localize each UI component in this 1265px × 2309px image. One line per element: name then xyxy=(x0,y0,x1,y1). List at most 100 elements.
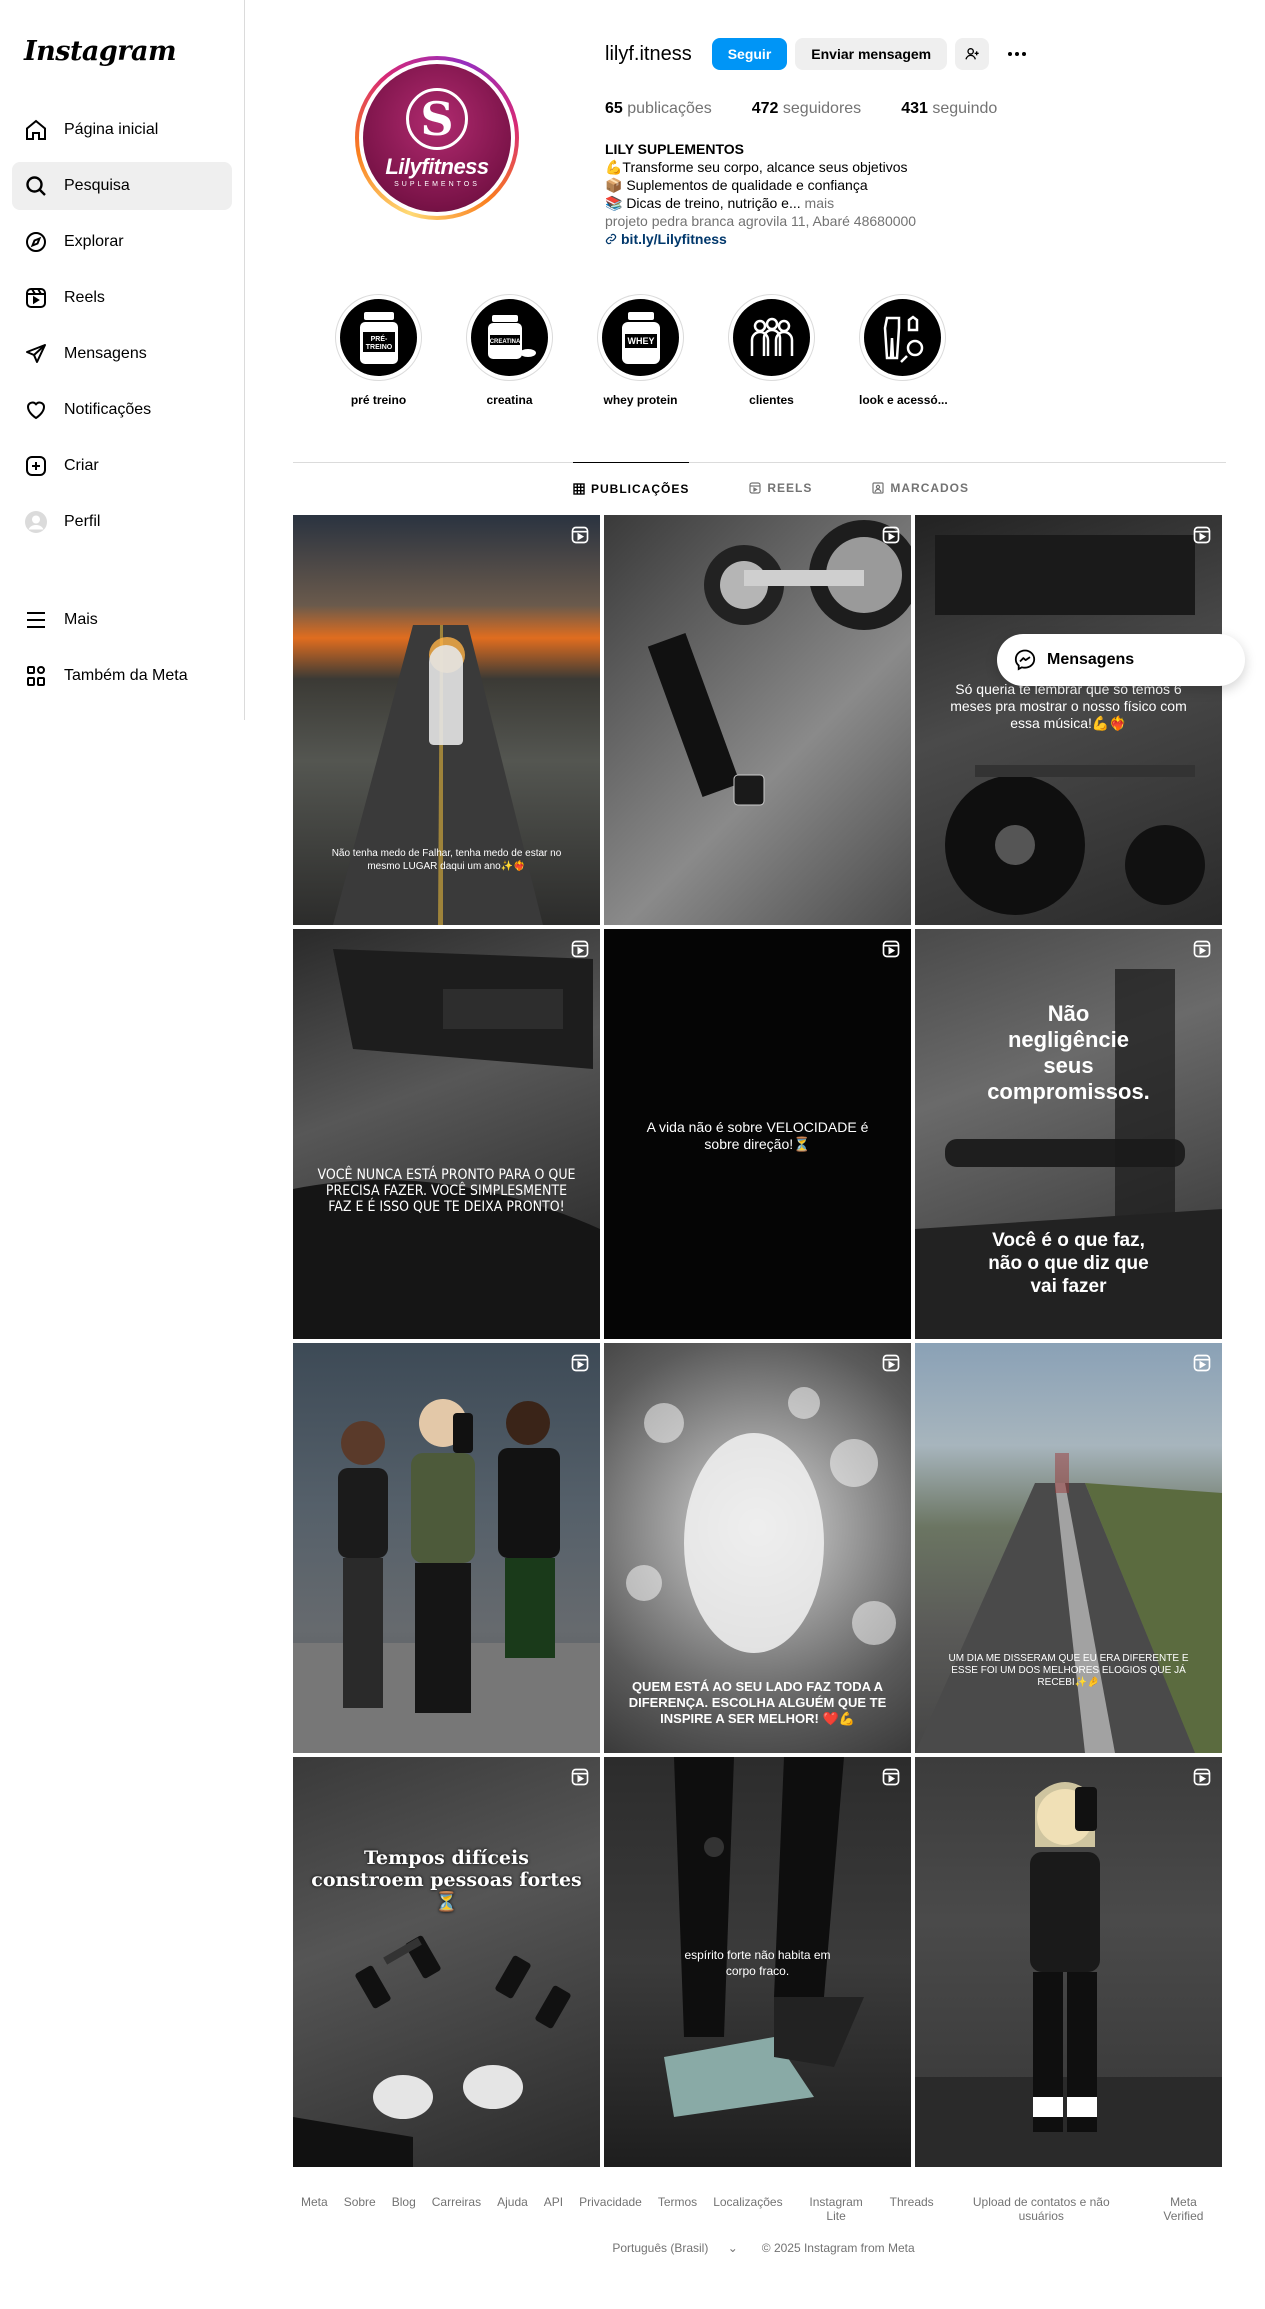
bio-line: 📚 Dicas de treino, nutrição e... mais xyxy=(605,195,835,211)
more-options-button[interactable] xyxy=(1001,38,1033,70)
post-tile[interactable]: UM DIA ME DISSERAM QUE EU ERA DIFERENTE … xyxy=(915,1343,1222,1753)
footer-bottom: Português (Brasil) ⌄ © 2025 Instagram fr… xyxy=(293,2241,1226,2255)
highlight-look-acessorios[interactable]: look e acessó... xyxy=(859,294,948,407)
reels-icon xyxy=(882,940,900,958)
footer-link[interactable]: Instagram Lite xyxy=(799,2195,874,2223)
reels-icon xyxy=(882,1768,900,1786)
bio-address[interactable]: projeto pedra branca agrovila 11, Abaré … xyxy=(605,212,1005,230)
post-tile[interactable]: VOCÊ NUNCA ESTÁ PRONTO PARA O QUE PRECIS… xyxy=(293,929,600,1339)
sidebar-item-more[interactable]: Mais xyxy=(12,596,232,644)
tab-tagged[interactable]: MARCADOS xyxy=(872,462,969,514)
post-tile[interactable]: QUEM ESTÁ AO SEU LADO FAZ TODA A DIFEREN… xyxy=(604,1343,911,1753)
tab-posts[interactable]: PUBLICAÇÕES xyxy=(573,462,690,514)
post-tile[interactable] xyxy=(915,1757,1222,2167)
footer-link[interactable]: Sobre xyxy=(344,2195,376,2223)
post-tile[interactable] xyxy=(293,1343,600,1753)
plus-square-icon xyxy=(24,454,48,478)
sidebar: Instagram Página inicial Pesquisa Explor… xyxy=(0,0,245,720)
highlight-pre-treino[interactable]: PRÉ- TREINO pré treino xyxy=(335,294,422,407)
sidebar-item-label: Perfil xyxy=(64,513,101,530)
post-tile[interactable]: Não negligêncie seus compromissos. Você … xyxy=(915,929,1222,1339)
svg-text:PRÉ-: PRÉ- xyxy=(370,334,387,343)
avatar-brand: Lilyfitness xyxy=(385,154,489,179)
reels-icon xyxy=(1193,940,1211,958)
chevron-down-icon: ⌄ xyxy=(727,2241,738,2255)
post-tile[interactable] xyxy=(604,515,911,925)
instagram-logo[interactable]: Instagram xyxy=(24,36,177,67)
highlight-label: pré treino xyxy=(350,393,407,407)
footer-link[interactable]: Meta Verified xyxy=(1149,2195,1218,2223)
sidebar-item-home[interactable]: Página inicial xyxy=(12,106,232,154)
post-tile[interactable]: espírito forte não habita em corpo fraco… xyxy=(604,1757,911,2167)
svg-text:CREATINA: CREATINA xyxy=(489,339,520,345)
bio-link[interactable]: bit.ly/Lilyfitness xyxy=(605,230,1005,248)
profile-bio: LILY SUPLEMENTOS 💪Transforme seu corpo, … xyxy=(605,140,1005,248)
sidebar-bottom: Mais Também da Meta xyxy=(12,596,232,708)
sidebar-item-label: Notificações xyxy=(64,401,152,418)
sidebar-item-create[interactable]: Criar xyxy=(12,442,232,490)
suggested-users-button[interactable] xyxy=(955,38,990,70)
footer-link[interactable]: Threads xyxy=(890,2195,934,2223)
sidebar-item-label: Também da Meta xyxy=(64,667,188,684)
bio-name: LILY SUPLEMENTOS xyxy=(605,141,744,157)
more-dots-icon xyxy=(1008,52,1027,56)
tab-reels[interactable]: REELS xyxy=(749,462,812,514)
footer-link[interactable]: Privacidade xyxy=(579,2195,642,2223)
highlight-creatina[interactable]: CREATINA creatina xyxy=(466,294,553,407)
footer-link[interactable]: Termos xyxy=(658,2195,697,2223)
sidebar-item-explore[interactable]: Explorar xyxy=(12,218,232,266)
footer-link[interactable]: Upload de contatos e não usuários xyxy=(950,2195,1133,2223)
footer-link[interactable]: Localizações xyxy=(713,2195,782,2223)
reels-icon xyxy=(1193,1768,1211,1786)
treadmill-graphic xyxy=(293,949,600,1339)
post-tile[interactable]: Só queria te lembrar que só temos 6 mese… xyxy=(915,515,1222,925)
reels-icon xyxy=(1193,526,1211,544)
messages-floating-button[interactable]: Mensagens xyxy=(997,634,1245,686)
heart-icon xyxy=(24,398,48,422)
footer-link[interactable]: API xyxy=(544,2195,563,2223)
supplement-jar-icon: CREATINA xyxy=(487,314,536,359)
people-group-icon xyxy=(750,317,793,356)
followers-stat[interactable]: 472 seguidores xyxy=(752,100,861,118)
highlight-clientes[interactable]: clientes xyxy=(728,294,815,407)
following-stat[interactable]: 431 seguindo xyxy=(901,100,997,118)
footer-link[interactable]: Blog xyxy=(392,2195,416,2223)
post-tile[interactable]: A vida não é sobre VELOCIDADE é sobre di… xyxy=(604,929,911,1339)
sidebar-item-label: Reels xyxy=(64,289,105,306)
story-highlights: PRÉ- TREINO pré treino CREATINA creatina … xyxy=(335,294,990,407)
highlight-label: whey protein xyxy=(603,393,678,407)
bio-more-link[interactable]: mais xyxy=(805,195,835,211)
reels-icon xyxy=(571,1354,589,1372)
footer-link[interactable]: Meta xyxy=(301,2195,328,2223)
sidebar-item-profile[interactable]: Perfil xyxy=(12,498,232,546)
reels-icon xyxy=(571,526,589,544)
post-caption: espírito forte não habita em corpo fraco… xyxy=(684,1948,831,1978)
footer: Meta Sobre Blog Carreiras Ajuda API Priv… xyxy=(293,2195,1226,2255)
profile-avatar-ring[interactable]: S Lilyfitness SUPLEMENTOS xyxy=(355,56,519,220)
sidebar-item-notifications[interactable]: Notificações xyxy=(12,386,232,434)
footer-link[interactable]: Carreiras xyxy=(432,2195,481,2223)
sidebar-item-search[interactable]: Pesquisa xyxy=(12,162,232,210)
sidebar-item-label: Pesquisa xyxy=(64,177,130,194)
sidebar-item-also-from-meta[interactable]: Também da Meta xyxy=(12,652,232,700)
follow-button[interactable]: Seguir xyxy=(711,38,788,70)
reels-icon xyxy=(571,1768,589,1786)
language-selector[interactable]: Português (Brasil) ⌄ xyxy=(604,2241,745,2255)
grid-icon xyxy=(573,482,585,495)
reels-icon xyxy=(749,482,761,494)
sidebar-item-messages[interactable]: Mensagens xyxy=(12,330,232,378)
highlight-whey-protein[interactable]: WHEY whey protein xyxy=(597,294,684,407)
send-message-button[interactable]: Enviar mensagem xyxy=(795,38,948,70)
post-caption: Você é o que faz, não o que diz que vai … xyxy=(988,1230,1149,1297)
profile-tabs: PUBLICAÇÕES REELS MARCADOS xyxy=(573,462,1029,514)
highlight-label: clientes xyxy=(749,393,794,407)
post-caption: Só queria te lembrar que só temos 6 mese… xyxy=(950,681,1187,731)
post-caption: UM DIA ME DISSERAM QUE EU ERA DIFERENTE … xyxy=(948,1653,1189,1688)
avatar-icon xyxy=(24,510,48,534)
post-tile[interactable]: Tempos difíceis constroem pessoas fortes… xyxy=(293,1757,600,2167)
bio-line: 💪Transforme seu corpo, alcance seus obje… xyxy=(605,159,908,175)
post-tile[interactable]: Não tenha medo de Falhar, tenha medo de … xyxy=(293,515,600,925)
profile-username: lilyf.itness xyxy=(605,42,692,65)
sidebar-item-reels[interactable]: Reels xyxy=(12,274,232,322)
footer-link[interactable]: Ajuda xyxy=(497,2195,528,2223)
